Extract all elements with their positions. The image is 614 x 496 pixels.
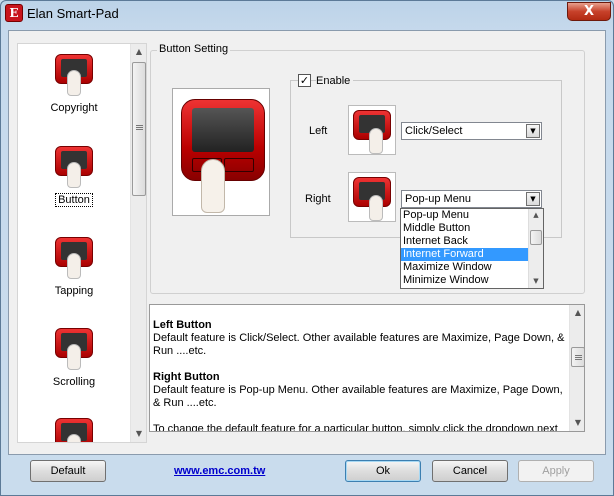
sidebar-item-tapping[interactable]: Tapping	[18, 233, 130, 297]
window-title: Elan Smart-Pad	[27, 6, 119, 21]
dropdown-option[interactable]: Internet Back	[401, 235, 529, 248]
right-button-heading: Right Button	[153, 371, 220, 383]
ok-button[interactable]: Ok	[345, 460, 421, 482]
sidebar-item-more[interactable]	[18, 414, 130, 442]
dropdown-option-selected[interactable]: Internet Forward	[401, 248, 529, 261]
scroll-up-icon[interactable]: ▲	[131, 44, 146, 60]
description-content: Left Button Default feature is Click/Sele…	[153, 319, 565, 432]
left-button-label: Left	[309, 125, 328, 137]
left-select-value: Click/Select	[405, 125, 463, 137]
right-button-pad-icon	[348, 172, 396, 222]
scroll-down-icon[interactable]: ▼	[529, 275, 543, 287]
sidebar-item-label: Button	[55, 193, 93, 207]
description-scrollbar[interactable]: ▲ ▼	[569, 305, 584, 431]
title-bar[interactable]: E Elan Smart-Pad X	[1, 1, 613, 27]
sidebar-item-label: Scrolling	[52, 376, 96, 388]
chevron-down-icon[interactable]: ▼	[526, 124, 540, 138]
dropdown-option[interactable]: Minimize Window	[401, 274, 529, 287]
scroll-thumb[interactable]	[530, 230, 542, 245]
left-button-description: Default feature is Click/Select. Other a…	[153, 332, 565, 357]
left-button-select[interactable]: Click/Select ▼	[401, 122, 542, 140]
sidebar-item-label: Tapping	[54, 285, 94, 297]
touchpad-illustration	[172, 88, 270, 216]
sidebar-scrollbar[interactable]: ▲ ▼	[130, 44, 146, 442]
apply-button[interactable]: Apply	[518, 460, 594, 482]
copyright-pad-icon	[53, 50, 95, 98]
button-pad-icon	[53, 142, 95, 190]
scroll-thumb[interactable]	[571, 347, 584, 367]
left-button-pad-icon	[348, 105, 396, 155]
description-textbox[interactable]: Left Button Default feature is Click/Sele…	[149, 304, 585, 432]
right-button-label: Right	[305, 193, 331, 205]
right-button-select[interactable]: Pop-up Menu ▼	[401, 190, 542, 208]
sidebar-item-label: Copyright	[50, 102, 98, 114]
enable-label: Enable	[316, 75, 354, 87]
right-button-description: Default feature is Pop-up Menu. Other av…	[153, 384, 563, 409]
scroll-down-icon[interactable]: ▼	[131, 426, 146, 442]
cancel-button[interactable]: Cancel	[432, 460, 508, 482]
dropdown-option[interactable]: Maximize Window	[401, 261, 529, 274]
enable-checkbox[interactable]: ✓	[298, 74, 311, 87]
scroll-up-icon[interactable]: ▲	[529, 209, 543, 221]
sidebar-item-scrolling[interactable]: Scrolling	[18, 324, 130, 388]
close-button[interactable]: X	[567, 2, 611, 21]
dropdown-option[interactable]: Middle Button	[401, 222, 529, 235]
scroll-up-icon[interactable]: ▲	[570, 305, 584, 321]
right-button-dropdown-list[interactable]: Pop-up Menu Middle Button Internet Back …	[400, 208, 544, 289]
dropdown-scrollbar[interactable]: ▲ ▼	[528, 209, 543, 288]
dropdown-option[interactable]: Pop-up Menu	[401, 209, 529, 222]
sidebar-item-button[interactable]: Button	[18, 142, 130, 207]
default-button[interactable]: Default	[30, 460, 106, 482]
elan-app-icon[interactable]: E	[5, 4, 23, 22]
emc-website-link[interactable]: www.emc.com.tw	[174, 465, 265, 477]
tapping-pad-icon	[53, 233, 95, 281]
sidebar-item-copyright[interactable]: Copyright	[18, 50, 130, 114]
group-title: Button Setting	[157, 43, 231, 55]
scrolling-pad-icon	[53, 324, 95, 372]
scroll-thumb[interactable]	[132, 62, 146, 196]
chevron-down-icon[interactable]: ▼	[526, 192, 540, 206]
scroll-down-icon[interactable]: ▼	[570, 415, 584, 431]
right-select-value: Pop-up Menu	[405, 193, 472, 205]
change-instructions: To change the default feature for a part…	[153, 423, 558, 432]
pad-icon	[53, 414, 95, 442]
left-button-heading: Left Button	[153, 319, 212, 331]
category-sidebar: Copyright Button Tapping Scrolling ▲ ▼	[17, 43, 147, 443]
